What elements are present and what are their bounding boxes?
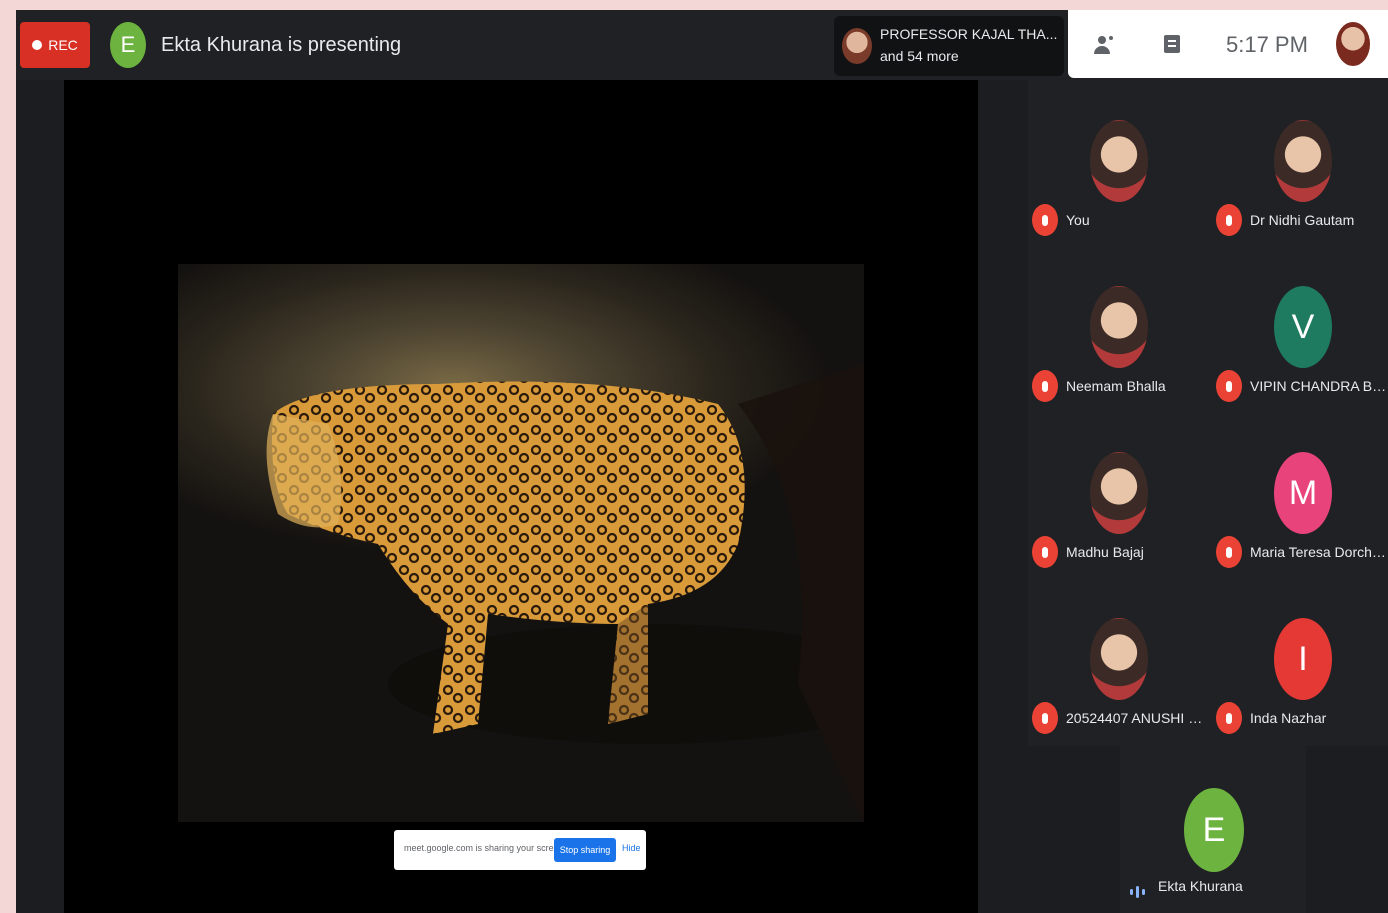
participant-avatar: M [1274,452,1332,534]
chat-icon[interactable] [1158,30,1188,60]
participant-tile[interactable]: 20524407 ANUSHI K... [1028,578,1208,744]
mic-off-icon [1032,536,1058,568]
participant-avatar [1090,286,1148,368]
pinned-more-count: and 54 more [880,48,959,64]
participant-name: Inda Nazhar [1250,710,1327,726]
participant-tile[interactable]: You [1028,80,1208,246]
leopard-photo [266,364,864,822]
participant-name: 20524407 ANUSHI K... [1066,710,1206,726]
presenter-avatar: E [110,22,146,68]
participant-tile[interactable]: I Inda Nazhar [1212,578,1388,744]
participant-name: VIPIN CHANDRA BA... [1250,378,1388,394]
mic-off-icon [1032,702,1058,734]
participants-grid: You Dr Nidhi Gautam Neemam Bhalla V VIPI… [1028,80,1388,746]
clock-time: 5:17 PM [1226,32,1308,57]
self-view-tile[interactable]: E Ekta Khurana [1120,746,1306,913]
participant-name: You [1066,212,1090,228]
mic-off-icon [1216,370,1242,402]
hide-button[interactable]: Hide [622,843,641,853]
participant-name: Neemam Bhalla [1066,378,1166,394]
mic-off-icon [1216,702,1242,734]
presenting-status: Ekta Khurana is presenting [161,34,402,56]
participant-tile[interactable]: Dr Nidhi Gautam [1212,80,1388,246]
meet-window: REC E Ekta Khurana is presenting PROFESS… [16,10,1388,913]
participant-tile[interactable]: M Maria Teresa Dorcha... [1212,412,1388,578]
recording-indicator: REC [20,22,90,68]
presentation-stage: meet.google.com is sharing your screen. … [64,80,978,913]
participant-tile[interactable]: Madhu Bajaj [1028,412,1208,578]
top-bar: REC E Ekta Khurana is presenting PROFESS… [16,10,1388,80]
speaking-indicator-icon [1130,884,1150,900]
participant-avatar [1090,120,1148,202]
participant-avatar [1274,120,1332,202]
participant-name: Madhu Bajaj [1066,544,1144,560]
share-message: meet.google.com is sharing your screen. [404,843,567,853]
participant-tile[interactable]: V VIPIN CHANDRA BA... [1212,246,1388,412]
pinned-name: PROFESSOR KAJAL THA... [880,26,1058,42]
shared-slide-image [178,264,864,822]
mic-off-icon [1216,536,1242,568]
pinned-avatar [842,28,872,64]
screen-share-banner: meet.google.com is sharing your screen. … [394,830,646,870]
pinned-participants-chip[interactable]: PROFESSOR KAJAL THA... and 54 more [834,16,1064,76]
status-bar: 5:17 PM [1068,10,1388,78]
self-name: Ekta Khurana [1158,878,1243,894]
record-dot-icon [32,40,43,50]
participant-avatar [1090,452,1148,534]
participant-tile[interactable]: Neemam Bhalla [1028,246,1208,412]
stop-sharing-button[interactable]: Stop sharing [554,838,616,862]
mic-off-icon [1032,204,1058,236]
people-icon[interactable] [1090,30,1120,60]
participant-avatar: V [1274,286,1332,368]
participant-avatar: I [1274,618,1332,700]
participant-avatar [1090,618,1148,700]
participant-name: Maria Teresa Dorcha... [1250,544,1388,560]
mic-off-icon [1216,204,1242,236]
mic-off-icon [1032,370,1058,402]
user-avatar[interactable] [1336,22,1370,66]
self-avatar: E [1184,788,1244,872]
rec-label: REC [48,37,78,53]
participant-name: Dr Nidhi Gautam [1250,212,1355,228]
